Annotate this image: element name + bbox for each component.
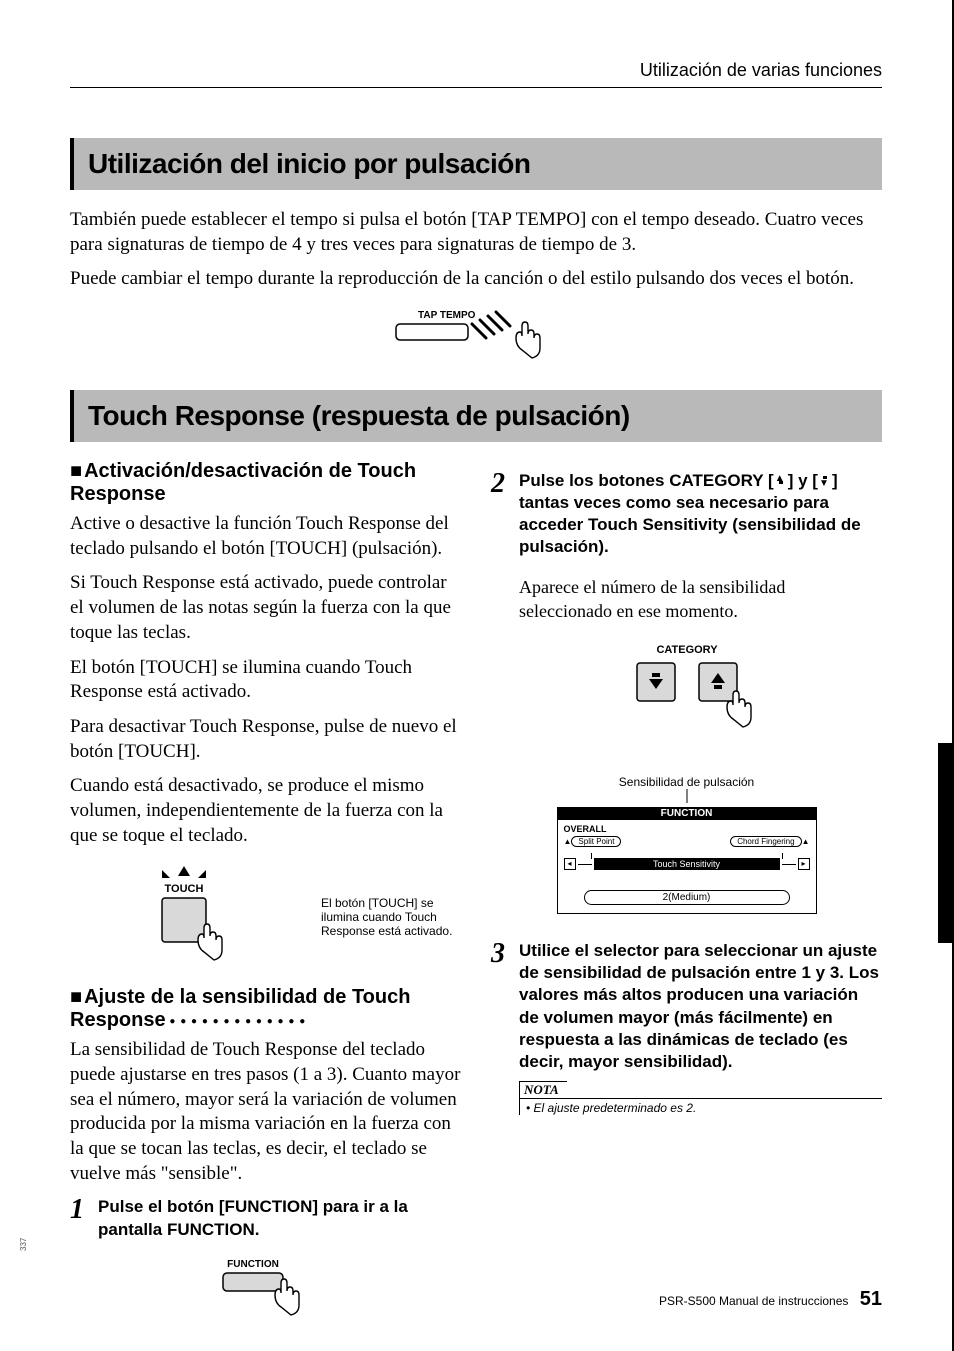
- figure-label: TAP TEMPO: [418, 310, 476, 321]
- step-number: 3: [491, 940, 511, 968]
- note-box: NOTA • El ajuste predeterminado es 2.: [519, 1081, 882, 1115]
- body-text: Active o desactive la función Touch Resp…: [70, 512, 461, 561]
- body-text: Para desactivar Touch Response, pulse de…: [70, 715, 461, 764]
- step-text: Pulse el botón [FUNCTION] para ir a la p…: [98, 1196, 461, 1240]
- lcd-touch-row: ◂ Touch Sensitivity ▸: [564, 858, 810, 870]
- body-text: La sensibilidad de Touch Response del te…: [70, 1038, 461, 1186]
- figure-category-buttons: CATEGORY: [491, 641, 882, 761]
- footer-page-number: 51: [860, 1288, 882, 1310]
- right-column: 2 Pulse los botones CATEGORY [] y [] tan…: [491, 460, 882, 1339]
- svg-text:FUNCTION: FUNCTION: [227, 1259, 279, 1270]
- svg-text:TOUCH: TOUCH: [164, 883, 203, 895]
- note-title: NOTA: [519, 1081, 567, 1098]
- step-text-fragment: ] y [: [788, 471, 818, 490]
- two-column-layout: Activación/desactivación de Touch Respon…: [70, 460, 882, 1339]
- body-text: Cuando está desactivado, se produce el m…: [70, 774, 461, 848]
- body-text: Puede cambiar el tempo durante la reprod…: [70, 267, 882, 292]
- lcd-touch-sensitivity-label: Touch Sensitivity: [594, 858, 780, 870]
- nav-right-icon: ▸: [798, 858, 810, 870]
- triangle-up-icon: [564, 837, 572, 846]
- section-heading-touch-response: Touch Response (respuesta de pulsación): [70, 390, 882, 442]
- step-2: 2 Pulse los botones CATEGORY [] y [] tan…: [491, 470, 882, 558]
- category-buttons-icon: CATEGORY: [597, 641, 777, 761]
- footer-product: PSR-S500 Manual de instrucciones: [659, 1294, 848, 1308]
- lcd-caption: Sensibilidad de pulsación: [491, 775, 882, 789]
- step-text-fragment: Pulse los botones CATEGORY [: [519, 471, 774, 490]
- lcd-options-row: Split Point Chord Fingering: [564, 836, 810, 847]
- step-text: Utilice el selector para seleccionar un …: [519, 940, 882, 1073]
- breadcrumb: Utilización de varias funciones: [70, 60, 882, 88]
- svg-text:CATEGORY: CATEGORY: [656, 644, 718, 656]
- side-reference-number: 337: [19, 1238, 28, 1251]
- step-3: 3 Utilice el selector para seleccionar u…: [491, 940, 882, 1073]
- tap-tempo-icon: TAP TEMPO: [386, 306, 566, 376]
- body-text: También puede establecer el tempo si pul…: [70, 208, 882, 257]
- step-number: 2: [491, 470, 511, 498]
- nav-left-icon: ◂: [564, 858, 576, 870]
- caption-pointer-icon: [682, 789, 692, 803]
- subheading: Ajuste de la sensibilidad de Touch Respo…: [70, 986, 461, 1032]
- step-1: 1 Pulse el botón [FUNCTION] para ir a la…: [70, 1196, 461, 1240]
- lcd-overall-label: OVERALL: [564, 824, 810, 834]
- subheading: Activación/desactivación de Touch Respon…: [70, 460, 461, 506]
- category-down-icon: [818, 474, 832, 488]
- figure-touch-button: TOUCH El botón [TOUCH] se ilumina cuando…: [70, 862, 461, 972]
- left-column: Activación/desactivación de Touch Respon…: [70, 460, 461, 1339]
- page-footer: PSR-S500 Manual de instrucciones 51: [659, 1288, 882, 1311]
- step-body: Aparece el número de la sensibilidad sel…: [519, 576, 882, 623]
- function-button-icon: FUNCTION: [211, 1255, 321, 1325]
- section-heading-tap-start: Utilización del inicio por pulsación: [70, 138, 882, 190]
- lcd-option-split: Split Point: [571, 836, 621, 847]
- figure-tap-tempo: TAP TEMPO: [70, 306, 882, 376]
- lcd-option-chord: Chord Fingering: [730, 836, 801, 847]
- figure-caption: El botón [TOUCH] se ilumina cuando Touch…: [321, 896, 461, 938]
- lcd-banner: FUNCTION: [557, 807, 817, 820]
- step-number: 1: [70, 1196, 90, 1224]
- lcd-screen: FUNCTION OVERALL Split Point Chord Finge…: [557, 807, 817, 914]
- category-up-icon: [774, 474, 788, 488]
- body-text: El botón [TOUCH] se ilumina cuando Touch…: [70, 656, 461, 705]
- note-content: • El ajuste predeterminado es 2.: [519, 1098, 882, 1115]
- touch-button-icon: TOUCH: [136, 862, 246, 972]
- lcd-body: OVERALL Split Point Chord Fingering ◂ To…: [557, 820, 817, 914]
- step-text: Pulse los botones CATEGORY [] y [] tanta…: [519, 470, 882, 558]
- triangle-up-icon: [802, 837, 810, 846]
- figure-function-button: FUNCTION: [70, 1255, 461, 1325]
- lcd-value: 2(Medium): [584, 890, 790, 905]
- body-text: Si Touch Response está activado, puede c…: [70, 571, 461, 645]
- page-container: Utilización de varias funciones Utilizac…: [0, 0, 954, 1351]
